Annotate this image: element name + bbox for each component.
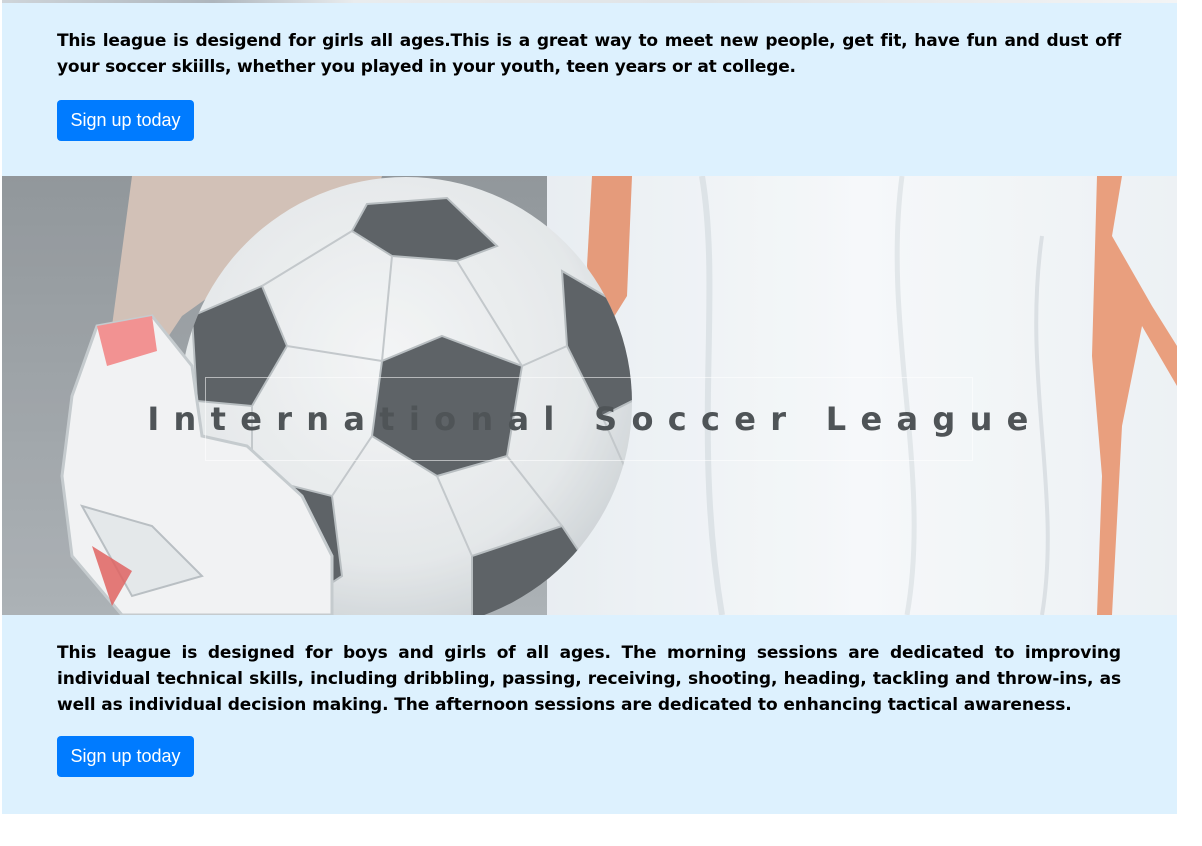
page: This league is desigend for girls all ag… [0, 0, 1202, 846]
hero-banner: International Soccer League [2, 176, 1177, 615]
girls-league-signup-button[interactable]: Sign up today [57, 100, 194, 141]
youth-league-signup-button[interactable]: Sign up today [57, 736, 194, 777]
youth-league-section: This league is designed for boys and gir… [2, 615, 1177, 814]
girls-league-description: This league is desigend for girls all ag… [57, 31, 1121, 77]
hero-title: International Soccer League [147, 400, 1043, 438]
hero-title-frame: International Soccer League [147, 377, 1028, 461]
youth-league-description: This league is designed for boys and gir… [57, 643, 1121, 715]
girls-league-section: This league is desigend for girls all ag… [2, 3, 1177, 176]
